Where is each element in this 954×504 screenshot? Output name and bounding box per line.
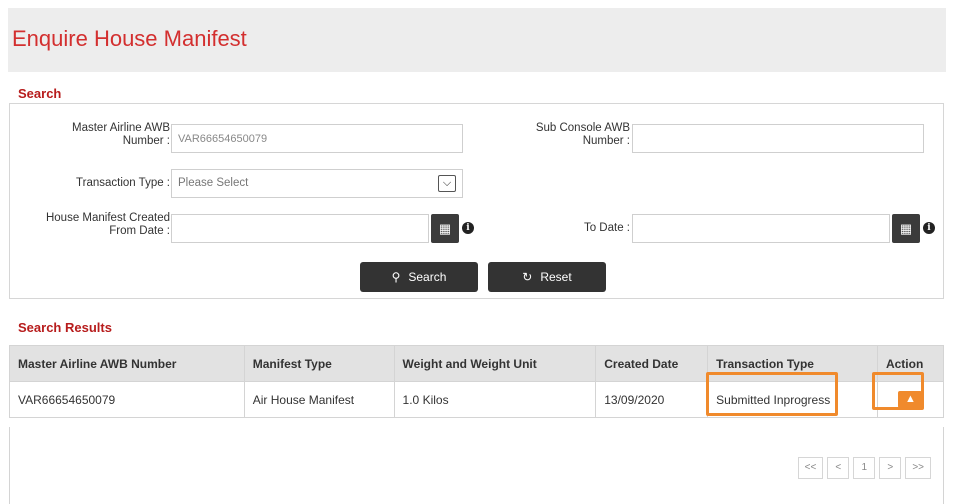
- awb-cell: VAR66654650079: [9, 381, 245, 418]
- weight-cell: 1.0 Kilos: [393, 381, 597, 418]
- search-panel: Master Airline AWB Number : Sub Console …: [9, 103, 944, 299]
- manifest-type-cell: Air House Manifest: [243, 381, 395, 418]
- results-footer: << < 1 > >>: [9, 427, 944, 504]
- results-section-title: Search Results: [18, 320, 112, 335]
- calendar-icon[interactable]: ▦: [431, 214, 459, 243]
- page-header: Enquire House Manifest: [8, 8, 946, 72]
- chevron-down-icon: ⌵: [438, 175, 456, 192]
- from-date-input[interactable]: [171, 214, 429, 243]
- transaction-type-label: Transaction Type :: [76, 177, 170, 189]
- pager-prev[interactable]: <: [827, 457, 850, 479]
- info-icon[interactable]: i: [923, 222, 935, 234]
- transaction-type-cell: Submitted Inprogress: [706, 372, 878, 418]
- transaction-type-selected: Please Select: [178, 177, 249, 189]
- page-title: Enquire House Manifest: [12, 26, 247, 51]
- transaction-type-select[interactable]: Please Select ⌵: [171, 169, 463, 198]
- search-button[interactable]: ⚲ Search: [360, 262, 478, 292]
- sub-console-awb-input[interactable]: [632, 124, 924, 153]
- pager-next[interactable]: >: [879, 457, 902, 479]
- sub-console-awb-label: Sub Console AWB Number :: [535, 122, 630, 147]
- to-date-input[interactable]: [632, 214, 890, 243]
- pager-page[interactable]: 1: [853, 457, 876, 479]
- search-button-label: Search: [408, 270, 447, 284]
- highlight-box: [871, 372, 924, 410]
- to-date-label: To Date :: [583, 222, 630, 234]
- highlight-box: [706, 372, 839, 416]
- pager-last[interactable]: >>: [905, 457, 931, 479]
- created-date-cell: 13/09/2020: [595, 381, 709, 418]
- search-section-title: Search: [18, 86, 62, 101]
- pagination: << < 1 > >>: [797, 457, 931, 479]
- from-date-label: House Manifest Created From Date :: [45, 212, 170, 237]
- column-header[interactable]: Weight and Weight Unit: [393, 345, 597, 382]
- refresh-icon: ↻: [522, 270, 533, 284]
- calendar-icon[interactable]: ▦: [892, 214, 920, 243]
- action-cell: ▲: [871, 372, 945, 418]
- results-table: Master Airline AWB Number Manifest Type …: [9, 345, 945, 418]
- column-header[interactable]: Created Date: [595, 345, 709, 382]
- reset-button[interactable]: ↻ Reset: [488, 262, 606, 292]
- table-row[interactable]: VAR66654650079 Air House Manifest 1.0 Ki…: [9, 372, 945, 418]
- pager-first[interactable]: <<: [797, 457, 824, 479]
- master-awb-input[interactable]: [171, 124, 463, 153]
- column-header[interactable]: Master Airline AWB Number: [9, 345, 245, 382]
- column-header[interactable]: Manifest Type: [243, 345, 395, 382]
- search-icon: ⚲: [391, 270, 401, 284]
- master-awb-label: Master Airline AWB Number :: [72, 122, 170, 147]
- info-icon[interactable]: i: [462, 222, 474, 234]
- reset-button-label: Reset: [540, 270, 572, 284]
